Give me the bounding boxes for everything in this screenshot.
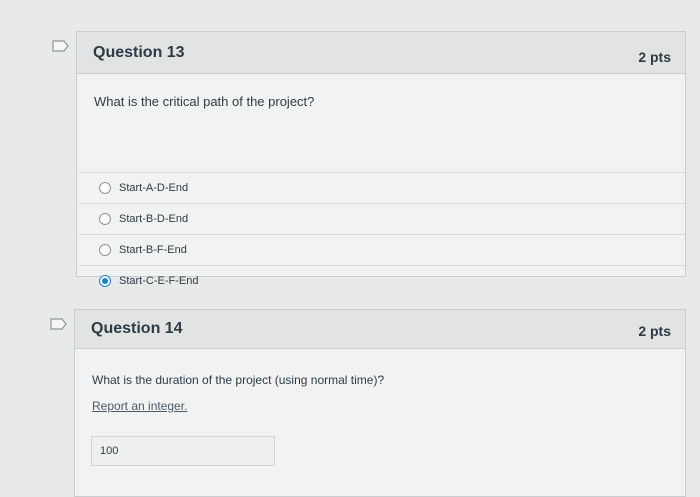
question-header: Question 14 2 pts [75,310,685,349]
answer-hint: Report an integer. [92,399,188,413]
answer-label: Start-B-D-End [119,213,189,225]
radio-button-selected[interactable] [99,275,111,287]
radio-button[interactable] [99,213,111,225]
question-14: Question 14 2 pts What is the duration o… [74,309,686,497]
flag-question-icon[interactable] [50,318,68,330]
answer-option[interactable]: Start-A-D-End [79,172,685,203]
answer-label: Start-B-F-End [119,244,187,256]
radio-button[interactable] [99,244,111,256]
answer-label: Start-A-D-End [119,182,189,194]
question-header: Question 13 2 pts [77,32,685,74]
radio-button[interactable] [99,182,111,194]
answer-label: Start-C-E-F-End [119,275,199,287]
question-points: 2 pts [638,323,671,339]
answer-input[interactable] [91,436,275,466]
question-title: Question 14 [91,320,183,337]
question-title: Question 13 [93,43,185,61]
answer-option[interactable]: Start-C-E-F-End [79,265,685,296]
question-13: Question 13 2 pts What is the critical p… [76,31,686,287]
answer-list: Start-A-D-End Start-B-D-End Start-B-F-En… [77,172,685,296]
question-points: 2 pts [638,48,671,65]
answer-option[interactable]: Start-B-F-End [79,234,685,265]
question-prompt: What is the duration of the project (usi… [92,373,385,387]
answer-option[interactable]: Start-B-D-End [79,203,685,234]
question-prompt: What is the critical path of the project… [94,94,315,109]
flag-question-icon[interactable] [52,40,70,52]
